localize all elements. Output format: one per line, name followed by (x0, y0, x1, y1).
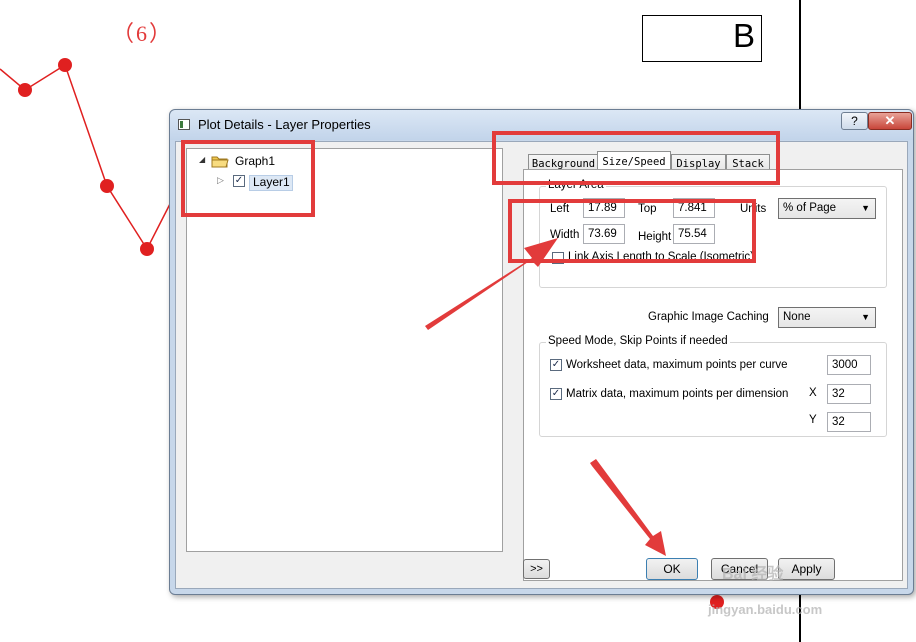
annotation-arrows (425, 238, 666, 556)
watermark-sub: jingyan.baidu.com (708, 602, 823, 617)
watermark-main: Bai 经验 (722, 566, 784, 583)
arrow-to-size-fields (425, 238, 558, 330)
arrow-to-ok-button (590, 459, 666, 556)
